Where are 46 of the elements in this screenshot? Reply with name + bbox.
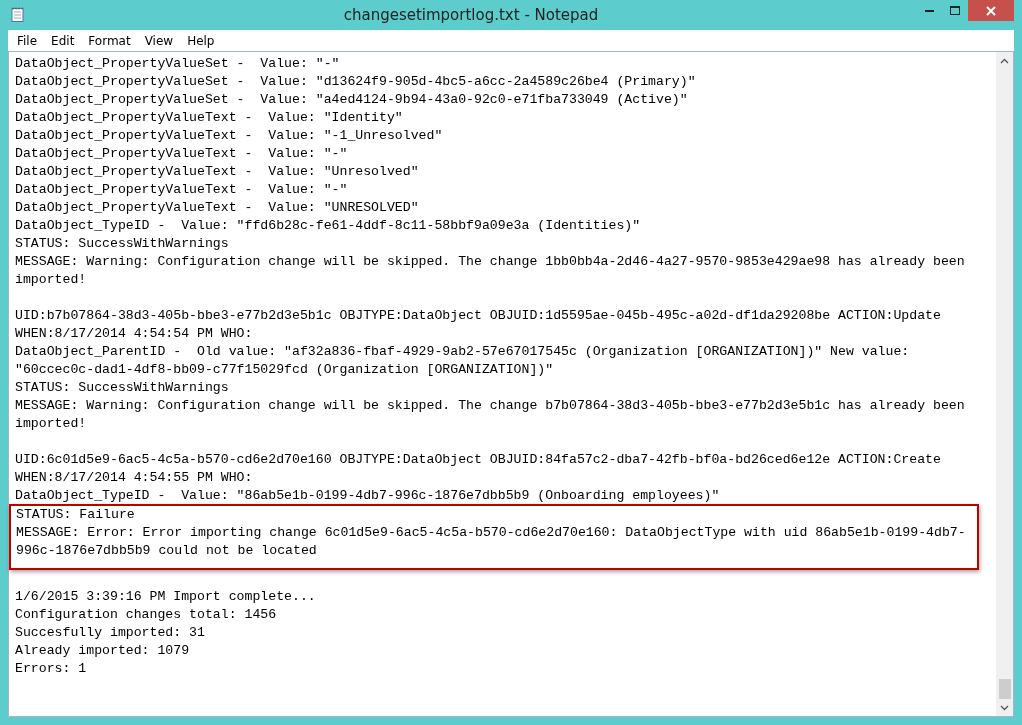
- log-line: Errors: 1: [15, 661, 87, 676]
- log-line: Already imported: 1079: [15, 643, 190, 658]
- log-line: DataObject_ParentID - Old value: "af32a836-fbaf-4929-9ab2-57e67017545c (Organization [ORGANIZATION])" New value:: [15, 344, 910, 359]
- close-button[interactable]: [968, 0, 1014, 21]
- window-title: changesetimportlog.txt - Notepad: [342, 4, 600, 26]
- log-line: MESSAGE: Warning: Configuration change will be skipped. The change b7b07864-38d3-405b-bbe3-e77b2d3e5b1c has already been: [15, 398, 965, 413]
- log-line: DataObject_PropertyValueText - Value: "-": [15, 182, 348, 197]
- log-line: DataObject_PropertyValueSet - Value: "-": [15, 56, 340, 71]
- close-icon: [986, 5, 996, 16]
- log-line: UID:6c01d5e9-6ac5-4c5a-b570-cd6e2d70e160 OBJTYPE:DataObject OBJUID:84fa57c2-dba7-42fb-bf0a-bd26ced6e12e ACTION:Create: [15, 452, 941, 467]
- log-line: DataObject_PropertyValueText - Value: "Identity": [15, 110, 403, 125]
- menu-item[interactable]: Edit: [44, 31, 82, 50]
- log-line: Succesfully imported: 31: [15, 625, 205, 640]
- menu-item[interactable]: Help: [180, 31, 222, 50]
- log-line: DataObject_TypeID - Value: "ffd6b28c-fe61-4ddf-8c11-58bbf9a09e3a (Identities)": [15, 218, 641, 233]
- log-line: WHEN:8/17/2014 4:54:55 PM WHO:: [15, 470, 253, 485]
- menu-item[interactable]: Format: [81, 31, 138, 50]
- log-line: DataObject_PropertyValueText - Value: "Unresolved": [15, 164, 419, 179]
- minimize-icon: [924, 9, 934, 12]
- log-line: DataObject_PropertyValueSet - Value: "d13624f9-905d-4bc5-a6cc-2a4589c26be4 (Primary)": [15, 74, 696, 89]
- log-line: "60ccec0c-dad1-4df8-bb09-c77f15029fcd (Organization [ORGANIZATION])": [15, 362, 554, 377]
- log-line: STATUS: SuccessWithWarnings: [15, 380, 229, 395]
- log-line: DataObject_PropertyValueSet - Value: "a4ed4124-9b94-43a0-92c0-e71fba733049 (Active)": [15, 92, 688, 107]
- log-line: WHEN:8/17/2014 4:54:54 PM WHO:: [15, 326, 253, 341]
- scroll-down-icon[interactable]: [1000, 705, 1009, 711]
- log-line: DataObject_PropertyValueText - Value: "-": [15, 146, 348, 161]
- log-line: 996c-1876e7dbb5b9 could not be located: [16, 543, 317, 558]
- log-line: 1/6/2015 3:39:16 PM Import complete...: [15, 589, 316, 604]
- menu-item[interactable]: File: [10, 31, 45, 50]
- vertical-scrollbar[interactable]: [996, 52, 1013, 716]
- log-line: DataObject_PropertyValueText - Value: "-1_Unresolved": [15, 128, 443, 143]
- log-line: UID:b7b07864-38d3-405b-bbe3-e77b2d3e5b1c OBJTYPE:DataObject OBJUID:1d5595ae-045b-495c-a02d-df1da29208be ACTION:Update: [15, 308, 941, 323]
- scroll-up-icon[interactable]: [1000, 58, 1009, 64]
- menu-item[interactable]: View: [137, 31, 181, 50]
- log-line: DataObject_TypeID - Value: "86ab5e1b-0199-4db7-996c-1876e7dbb5b9 (Onboarding employees)": [15, 488, 720, 503]
- log-line: imported!: [15, 272, 87, 287]
- log-line: Configuration changes total: 1456: [15, 607, 277, 622]
- scroll-thumb[interactable]: [998, 679, 1011, 699]
- log-line: MESSAGE: Error: Error importing change 6c01d5e9-6ac5-4c5a-b570-cd6e2d70e160: DataObjectType with uid 86ab5e1b-0199-4db7-: [16, 525, 966, 540]
- maximize-icon: [950, 6, 960, 15]
- log-line: DataObject_PropertyValueText - Value: "UNRESOLVED": [15, 200, 419, 215]
- log-line: STATUS: SuccessWithWarnings: [15, 236, 229, 251]
- notepad-icon: [10, 7, 26, 23]
- log-line: MESSAGE: Warning: Configuration change will be skipped. The change 1bb0bb4a-2d46-4a27-9570-9853e429ae98 has already been: [15, 254, 965, 269]
- log-line: STATUS: Failure: [16, 507, 135, 522]
- log-line: imported!: [15, 416, 87, 431]
